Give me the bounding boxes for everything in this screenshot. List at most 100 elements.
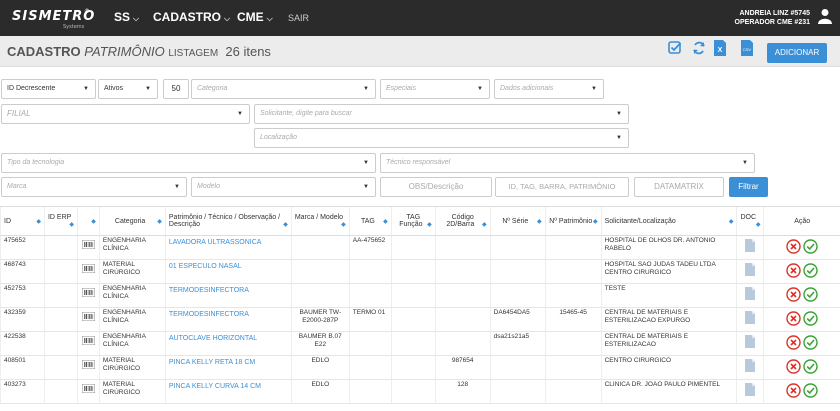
- confirm-icon[interactable]: [803, 263, 818, 278]
- confirm-icon[interactable]: [803, 335, 818, 350]
- col-barcode-2d[interactable]: Código 2D/Barra ◆: [434, 206, 491, 236]
- col-tag-function[interactable]: TAG Função ◆: [390, 206, 436, 236]
- excel-icon[interactable]: X: [713, 40, 727, 56]
- cell-asset-link[interactable]: PINCA KELLY CURVA 14 CM: [164, 379, 292, 404]
- filter-button[interactable]: Filtrar: [729, 177, 768, 197]
- user-icon[interactable]: [818, 8, 832, 24]
- cell-patrimony: [544, 235, 602, 260]
- deactivate-icon[interactable]: [786, 335, 801, 350]
- table-row[interactable]: 422538 ENGENHARIA CLÍNICA AUTOCLAVE HORIZO…: [0, 331, 840, 356]
- barcode-icon[interactable]: [81, 336, 95, 345]
- id-tag-input[interactable]: ID, TAG, BARRA, PATRIMÔNIO: [495, 177, 629, 197]
- extra-data-select[interactable]: Dados adicionais ▼: [494, 79, 604, 99]
- sort-icon[interactable]: ◆: [729, 218, 734, 225]
- barcode-icon[interactable]: [81, 312, 95, 321]
- cell-asset-link[interactable]: LAVADORA ULTRASSONICA: [164, 235, 292, 260]
- col-patrimony[interactable]: Nº Patrimônio ◆: [544, 206, 602, 236]
- brand-logo[interactable]: SISMETRO: [12, 9, 95, 24]
- obs-input[interactable]: OBS/Descrição: [380, 177, 492, 197]
- refresh-icon[interactable]: [692, 40, 706, 56]
- sort-icon[interactable]: ◆: [69, 221, 74, 228]
- location-select[interactable]: Localização ▼: [254, 128, 629, 148]
- datamatrix-input[interactable]: DATAMATRIX: [634, 177, 724, 197]
- technician-select[interactable]: Técnico responsável ▼: [380, 153, 755, 173]
- column-label: TAG: [361, 217, 375, 225]
- sort-icon[interactable]: ◆: [756, 221, 761, 228]
- cell-asset-link[interactable]: AUTOCLAVE HORIZONTAL: [164, 331, 292, 356]
- col-doc[interactable]: DOC ◆: [736, 206, 764, 236]
- model-select[interactable]: Modelo ▼: [191, 177, 376, 197]
- document-icon[interactable]: [745, 311, 756, 324]
- category-select[interactable]: Categoria ▼: [191, 79, 376, 99]
- requester-select[interactable]: Solicitante, digite para buscar ▼: [254, 104, 629, 124]
- cell-asset-link[interactable]: PINCA KELLY RETA 18 CM: [164, 355, 292, 380]
- table-row[interactable]: 403273 MATERIAL CIRÚRGICO PINCA KELLY CURV…: [0, 379, 840, 404]
- confirm-icon[interactable]: [803, 359, 818, 374]
- nav-menu-cadastro[interactable]: CADASTRO ⌵: [153, 10, 230, 24]
- col-tag[interactable]: TAG ◆: [348, 206, 392, 236]
- col-barcode[interactable]: ◆: [76, 206, 100, 236]
- sort-icon[interactable]: ◆: [593, 218, 598, 225]
- specials-select[interactable]: Especiais ▼: [380, 79, 490, 99]
- confirm-icon[interactable]: [803, 239, 818, 254]
- document-icon[interactable]: [745, 263, 756, 276]
- confirm-icon[interactable]: [803, 383, 818, 398]
- table-row[interactable]: 408501 MATERIAL CIRÚRGICO PINCA KELLY RETA…: [0, 355, 840, 380]
- deactivate-icon[interactable]: [786, 239, 801, 254]
- deactivate-icon[interactable]: [786, 263, 801, 278]
- cell-asset-link[interactable]: 01 ESPECULO NASAL: [164, 259, 292, 284]
- sort-icon[interactable]: ◆: [482, 221, 487, 228]
- brand-select[interactable]: Marca ▼: [1, 177, 187, 197]
- status-select[interactable]: Ativos ▼: [98, 79, 158, 99]
- csv-icon[interactable]: CSV: [740, 40, 754, 56]
- sort-icon[interactable]: ◆: [36, 218, 41, 225]
- document-icon[interactable]: [745, 239, 756, 252]
- table-row[interactable]: 452753 ENGENHARIA CLÍNICA TERMODESINFECTOR…: [0, 283, 840, 308]
- sort-icon[interactable]: ◆: [157, 218, 162, 225]
- user-info[interactable]: ANDREIA LINZ #5745 OPERADOR CME #231: [735, 9, 810, 27]
- sort-icon[interactable]: ◆: [427, 221, 432, 228]
- add-button[interactable]: ADICIONAR: [767, 43, 827, 63]
- col-brand-model[interactable]: Marca / Modelo ◆: [290, 206, 350, 236]
- col-location[interactable]: Solicitante/Localização ◆: [600, 206, 737, 236]
- sort-icon[interactable]: ◆: [91, 218, 96, 225]
- check-square-icon[interactable]: [668, 40, 682, 56]
- sort-icon[interactable]: ◆: [537, 218, 542, 225]
- document-icon[interactable]: [745, 383, 756, 396]
- document-icon[interactable]: [745, 287, 756, 300]
- barcode-icon[interactable]: [81, 288, 95, 297]
- deactivate-icon[interactable]: [786, 287, 801, 302]
- page-size-input[interactable]: 50: [163, 79, 189, 99]
- table-row[interactable]: 468743 MATERIAL CIRÚRGICO 01 ESPECULO NASA…: [0, 259, 840, 284]
- barcode-icon[interactable]: [81, 264, 95, 273]
- confirm-icon[interactable]: [803, 287, 818, 302]
- document-icon[interactable]: [745, 335, 756, 348]
- table-row[interactable]: 475652 ENGENHARIA CLÍNICA LAVADORA ULTRASS…: [0, 235, 840, 260]
- deactivate-icon[interactable]: [786, 383, 801, 398]
- deactivate-icon[interactable]: [786, 359, 801, 374]
- sort-icon[interactable]: ◆: [341, 221, 346, 228]
- barcode-icon[interactable]: [81, 384, 95, 393]
- nav-menu-ss[interactable]: SS ⌵: [114, 10, 139, 24]
- nav-menu-cme[interactable]: CME ⌵: [237, 10, 273, 24]
- col-id[interactable]: ID ◆: [0, 206, 45, 236]
- order-select[interactable]: ID Decrescente ▼: [1, 79, 96, 99]
- barcode-icon[interactable]: [81, 360, 95, 369]
- tech-type-select[interactable]: Tipo da tecnologia ▼: [1, 153, 376, 173]
- deactivate-icon[interactable]: [786, 311, 801, 326]
- table-row[interactable]: 432359 ENGENHARIA CLÍNICA TERMODESINFECTOR…: [0, 307, 840, 332]
- confirm-icon[interactable]: [803, 311, 818, 326]
- logout-link[interactable]: SAIR: [288, 13, 309, 23]
- branch-select[interactable]: FILIAL ▼: [1, 104, 250, 124]
- cell-asset-link[interactable]: TERMODESINFECTORA: [164, 307, 292, 332]
- sort-icon[interactable]: ◆: [283, 221, 288, 228]
- sort-icon[interactable]: ◆: [383, 218, 388, 225]
- cell-doc: [736, 307, 764, 332]
- col-description[interactable]: Patrimônio / Técnico / Observação / Desc…: [164, 206, 292, 236]
- cell-asset-link[interactable]: TERMODESINFECTORA: [164, 283, 292, 308]
- barcode-icon[interactable]: [81, 240, 95, 249]
- col-serial[interactable]: Nº Série ◆: [489, 206, 546, 236]
- col-category[interactable]: Categoria ◆: [98, 206, 166, 236]
- col-id-erp[interactable]: ID ERP ◆: [43, 206, 78, 236]
- document-icon[interactable]: [745, 359, 756, 372]
